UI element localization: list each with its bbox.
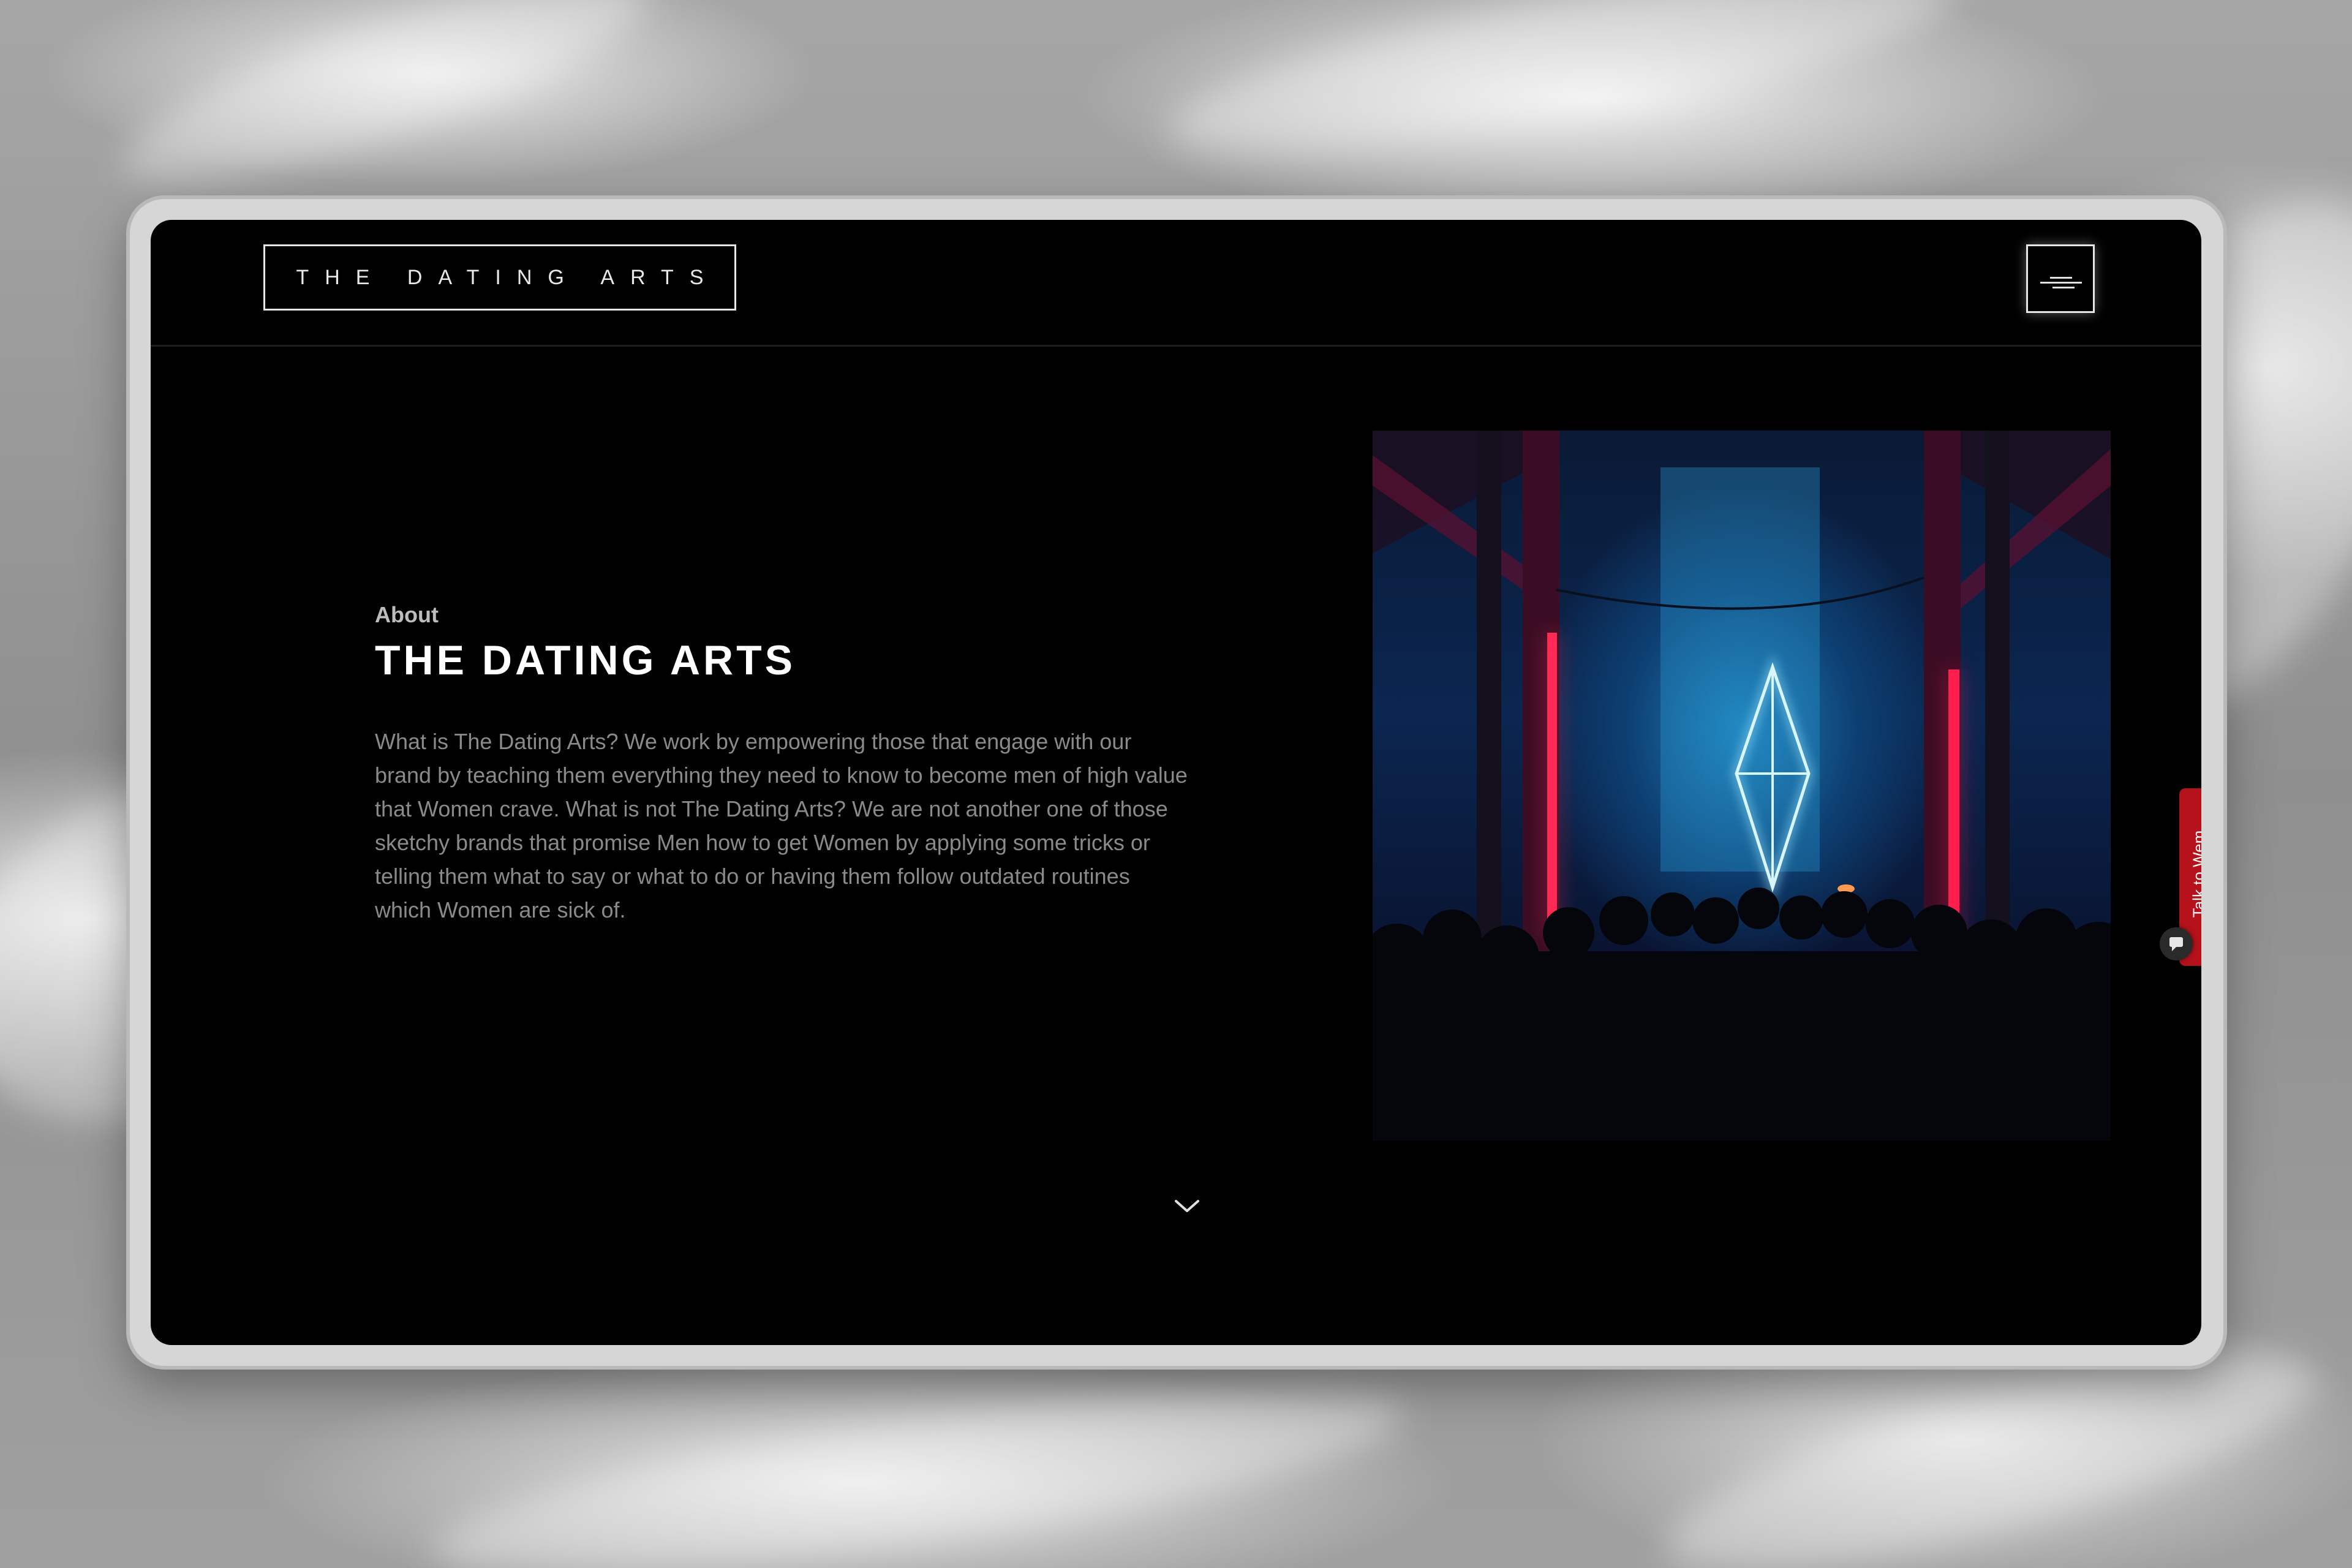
device-frame: THE DATING ARTS About THE DATING ARTS Wh… bbox=[130, 199, 2223, 1366]
menu-button[interactable] bbox=[2026, 244, 2095, 313]
section-label: About bbox=[375, 602, 439, 627]
scroll-down-button[interactable] bbox=[1172, 1196, 1202, 1216]
chevron-down-icon bbox=[1175, 1200, 1199, 1212]
section-title: THE DATING ARTS bbox=[375, 637, 796, 684]
website-screen: THE DATING ARTS About THE DATING ARTS Wh… bbox=[151, 220, 2201, 1345]
chat-bubble-icon bbox=[2169, 937, 2183, 951]
logo-text: THE DATING ARTS bbox=[296, 265, 720, 289]
about-paragraph: What is The Dating Arts? We work by empo… bbox=[375, 729, 1188, 922]
chat-icon-button[interactable] bbox=[2160, 927, 2193, 960]
site-header: THE DATING ARTS bbox=[151, 220, 2201, 347]
leaf-shadow bbox=[107, 0, 665, 217]
leaf-shadow bbox=[424, 1353, 1413, 1568]
event-photo bbox=[1373, 431, 2111, 1141]
leaf-shadow bbox=[1159, 0, 1965, 191]
chat-tab-label: Talk to Wem bbox=[2189, 830, 2202, 918]
site-logo[interactable]: THE DATING ARTS bbox=[263, 244, 736, 311]
concert-scene bbox=[1373, 431, 2111, 1141]
